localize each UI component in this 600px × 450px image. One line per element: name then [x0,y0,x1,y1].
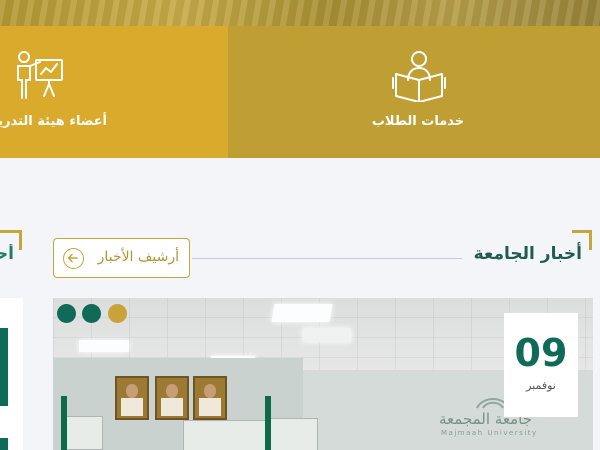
news-date-badge: 09 نوفمبر [504,313,578,417]
faculty-services-tile[interactable]: أعضاء هيئة التدريس [0,26,228,158]
student-services-label: خدمات الطلاب [371,114,465,129]
news-archive-button[interactable]: أرشيف الأخبار [53,238,190,278]
date-month: نوفمبر [526,379,556,392]
teacher-board-icon [8,50,66,106]
news-section-title: أخبار الجامعة [473,244,582,264]
events-card-partial[interactable] [0,298,23,450]
events-section-title: أحداث [0,244,14,264]
archive-button-label: أرشيف الأخبار [97,249,179,265]
slider-dot-1[interactable] [57,304,76,323]
slider-dot-3[interactable] [108,304,127,323]
student-reading-icon [392,50,446,106]
date-day: 09 [514,331,568,375]
student-services-tile[interactable]: خدمات الطلاب [228,26,600,158]
hero-banner-strip [0,0,600,26]
arrow-left-circle-icon [63,248,84,269]
faculty-label: أعضاء هيئة التدريس [0,114,107,129]
slider-dot-2[interactable] [82,304,101,323]
title-divider [192,258,462,259]
photo-university-logo-subtext: Majmaah University [441,429,538,437]
